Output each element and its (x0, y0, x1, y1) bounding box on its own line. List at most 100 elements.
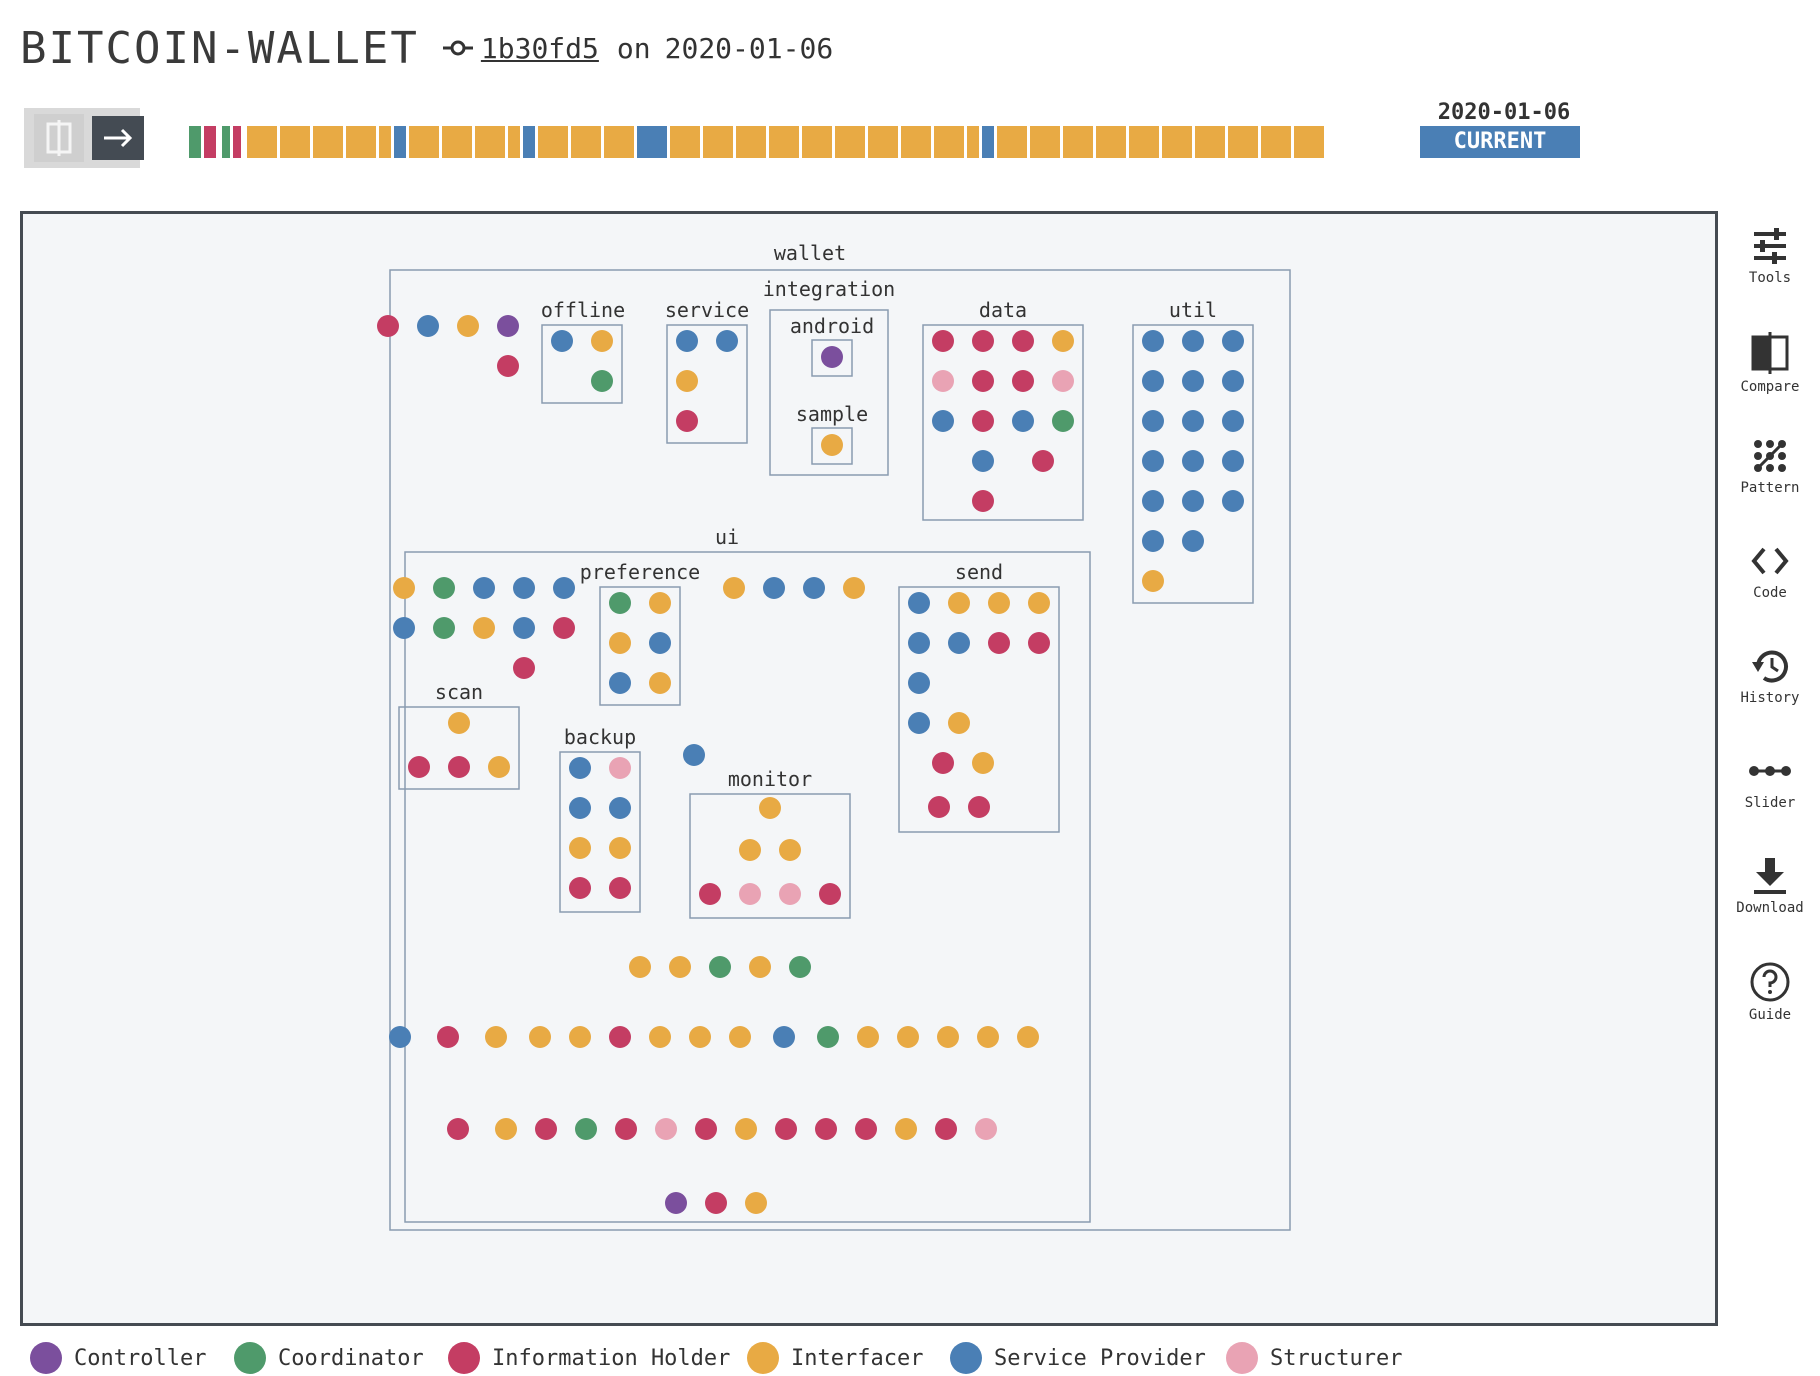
class-node[interactable] (569, 757, 591, 779)
class-node[interactable] (815, 1118, 837, 1140)
class-node[interactable] (988, 592, 1010, 614)
class-node[interactable] (977, 1026, 999, 1048)
timeline-commit-segment[interactable] (523, 126, 535, 158)
class-node[interactable] (1052, 410, 1074, 432)
class-node[interactable] (676, 410, 698, 432)
class-node[interactable] (1182, 450, 1204, 472)
package-offline[interactable]: offline (541, 298, 625, 404)
timeline-commit-segment[interactable] (967, 126, 979, 158)
class-node[interactable] (895, 1118, 917, 1140)
timeline-commit-segment[interactable] (538, 126, 568, 158)
timeline-commit-segment[interactable] (982, 126, 994, 158)
class-node[interactable] (1052, 370, 1074, 392)
timeline-commit-segment[interactable] (247, 126, 277, 158)
class-node[interactable] (433, 617, 455, 639)
class-node[interactable] (699, 883, 721, 905)
class-node[interactable] (535, 1118, 557, 1140)
class-node[interactable] (609, 632, 631, 654)
class-node[interactable] (683, 744, 705, 766)
class-node[interactable] (745, 1192, 767, 1214)
class-node[interactable] (723, 577, 745, 599)
class-node[interactable] (433, 577, 455, 599)
class-node[interactable] (908, 712, 930, 734)
class-node[interactable] (665, 1192, 687, 1214)
class-node[interactable] (759, 797, 781, 819)
timeline-toggle-button[interactable] (24, 108, 144, 168)
timeline-commit-segment[interactable] (1294, 126, 1324, 158)
code-button[interactable]: Code (1720, 535, 1820, 631)
class-node[interactable] (779, 883, 801, 905)
class-node[interactable] (972, 752, 994, 774)
class-node[interactable] (819, 883, 841, 905)
diagram-canvas[interactable]: wallet offline service integration android sa… (20, 211, 1718, 1326)
class-node[interactable] (1222, 490, 1244, 512)
class-node[interactable] (513, 617, 535, 639)
class-node[interactable] (609, 1026, 631, 1048)
timeline-commit-segment[interactable] (703, 126, 733, 158)
class-node[interactable] (908, 592, 930, 614)
timeline-commit-segment[interactable] (1261, 126, 1291, 158)
class-node[interactable] (569, 797, 591, 819)
class-node[interactable] (609, 672, 631, 694)
class-node[interactable] (448, 712, 470, 734)
class-node[interactable] (972, 450, 994, 472)
class-node[interactable] (773, 1026, 795, 1048)
class-node[interactable] (928, 796, 950, 818)
slider-button[interactable]: Slider (1720, 745, 1820, 841)
timeline-commit-segment[interactable] (280, 126, 310, 158)
guide-button[interactable]: Guide (1720, 955, 1820, 1051)
class-node[interactable] (739, 883, 761, 905)
class-node[interactable] (437, 1026, 459, 1048)
class-node[interactable] (705, 1192, 727, 1214)
class-node[interactable] (676, 370, 698, 392)
timeline-commit-segment[interactable] (604, 126, 634, 158)
timeline-commit-segment[interactable] (475, 126, 505, 158)
timeline-commit-segment[interactable] (233, 126, 241, 158)
class-node[interactable] (1222, 330, 1244, 352)
class-node[interactable] (968, 796, 990, 818)
timeline-commit-segment[interactable] (670, 126, 700, 158)
class-node[interactable] (1028, 632, 1050, 654)
commit-timeline[interactable] (189, 126, 1581, 158)
tools-button[interactable]: Tools (1720, 220, 1820, 316)
class-node[interactable] (609, 797, 631, 819)
class-node[interactable] (649, 632, 671, 654)
class-node[interactable] (1052, 330, 1074, 352)
timeline-commit-segment[interactable] (802, 126, 832, 158)
class-node[interactable] (551, 330, 573, 352)
class-node[interactable] (389, 1026, 411, 1048)
class-node[interactable] (729, 1026, 751, 1048)
download-button[interactable]: Download (1720, 850, 1820, 946)
class-node[interactable] (676, 330, 698, 352)
class-node[interactable] (629, 956, 651, 978)
class-node[interactable] (609, 592, 631, 614)
class-node[interactable] (775, 1118, 797, 1140)
class-node[interactable] (908, 672, 930, 694)
class-node[interactable] (553, 577, 575, 599)
class-node[interactable] (935, 1118, 957, 1140)
class-node[interactable] (473, 577, 495, 599)
class-node[interactable] (932, 370, 954, 392)
class-node[interactable] (1012, 330, 1034, 352)
timeline-commit-segment[interactable] (1030, 126, 1060, 158)
timeline-commit-segment[interactable] (637, 126, 667, 158)
class-node[interactable] (591, 370, 613, 392)
timeline-current-button[interactable]: CURRENT (1420, 126, 1580, 158)
class-node[interactable] (789, 956, 811, 978)
class-node[interactable] (932, 752, 954, 774)
class-node[interactable] (948, 632, 970, 654)
pattern-button[interactable]: Pattern (1720, 430, 1820, 526)
commit-hash-link[interactable]: 1b30fd5 (481, 32, 599, 65)
timeline-commit-segment[interactable] (997, 126, 1027, 158)
timeline-commit-segment[interactable] (934, 126, 964, 158)
timeline-commit-segment[interactable] (442, 126, 472, 158)
class-node[interactable] (975, 1118, 997, 1140)
class-node[interactable] (972, 490, 994, 512)
timeline-commit-segment[interactable] (1195, 126, 1225, 158)
timeline-commit-segment[interactable] (1063, 126, 1093, 158)
class-node[interactable] (553, 617, 575, 639)
class-node[interactable] (1182, 410, 1204, 432)
timeline-commit-segment[interactable] (736, 126, 766, 158)
timeline-commit-segment[interactable] (571, 126, 601, 158)
class-node[interactable] (1142, 450, 1164, 472)
